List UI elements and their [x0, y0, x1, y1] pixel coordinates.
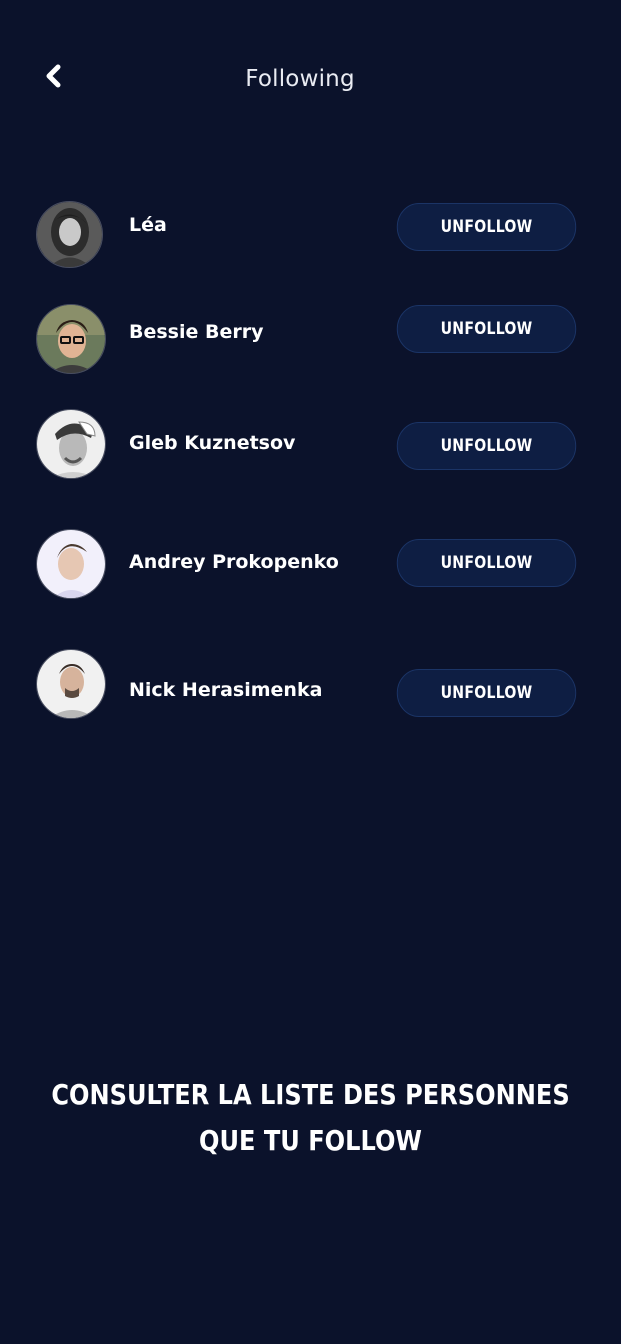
caption-line-1: CONSULTER LA LISTE DES PERSONNES — [51, 1078, 570, 1111]
caption-line-2: QUE TU FOLLOW — [198, 1124, 423, 1157]
unfollow-button[interactable]: UNFOLLOW — [396, 305, 577, 353]
page-title: Following — [245, 66, 355, 92]
user-name: Gleb Kuznetsov — [129, 432, 296, 454]
avatar — [36, 649, 106, 719]
avatar — [36, 304, 106, 374]
list-item: Gleb Kuznetsov UNFOLLOW — [0, 408, 621, 480]
avatar — [36, 201, 103, 268]
caption: CONSULTER LA LISTE DES PERSONNES QUE TU … — [43, 1072, 577, 1164]
user-name: Bessie Berry — [129, 321, 264, 343]
avatar — [36, 409, 106, 479]
list-item: Léa UNFOLLOW — [0, 199, 621, 271]
unfollow-button[interactable]: UNFOLLOW — [396, 669, 577, 717]
unfollow-button[interactable]: UNFOLLOW — [396, 539, 577, 587]
user-name: Nick Herasimenka — [129, 679, 323, 701]
list-item: Nick Herasimenka UNFOLLOW — [0, 648, 621, 720]
list-item: Andrey Prokopenko UNFOLLOW — [0, 528, 621, 600]
unfollow-button[interactable]: UNFOLLOW — [396, 203, 577, 251]
user-name: Léa — [129, 214, 167, 236]
list-item: Bessie Berry UNFOLLOW — [0, 303, 621, 375]
unfollow-button[interactable]: UNFOLLOW — [396, 422, 577, 470]
avatar — [36, 529, 106, 599]
user-name: Andrey Prokopenko — [129, 551, 339, 573]
